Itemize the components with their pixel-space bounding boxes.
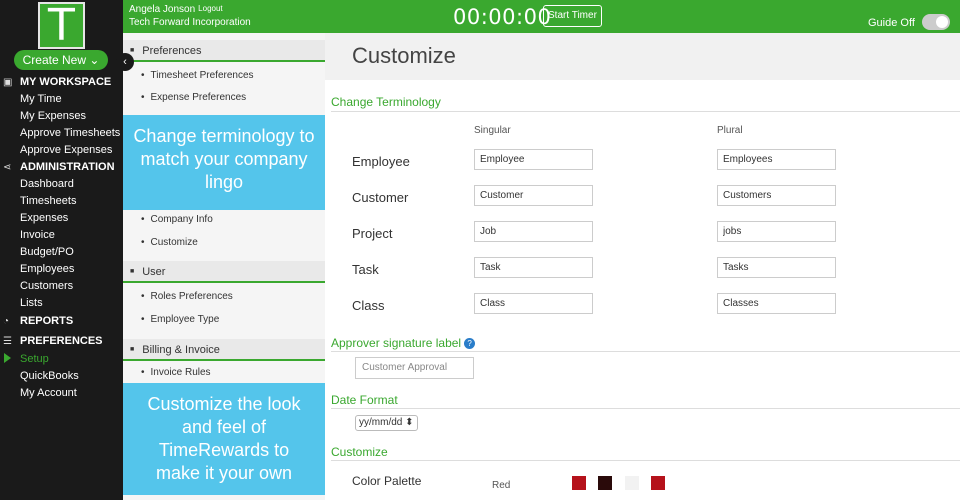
timer-display: 00:00:00 [453,5,552,29]
nav-item-quickbooks[interactable]: QuickBooks [20,370,79,382]
task-singular-input[interactable] [474,257,593,278]
top-header: Angela Jonson Logout Tech Forward Incorpo… [123,0,960,33]
nav-item-setup[interactable]: Setup [20,353,49,365]
user-name: Angela Jonson [129,4,196,15]
nav-item-customers[interactable]: Customers [20,280,73,292]
term-label-class: Class [352,298,385,313]
link-invoice-rules[interactable]: • Invoice Rules [123,362,325,384]
link-expense-preferences[interactable]: • Expense Preferences [123,87,325,109]
nav-item-my-time[interactable]: My Time [20,93,62,105]
customer-singular-input[interactable] [474,185,593,206]
column-plural: Plural [717,125,743,136]
collapse-sidebar-icon[interactable]: ‹ [116,53,134,71]
nav-item-dashboard[interactable]: Dashboard [20,178,74,190]
divider [331,408,960,409]
date-format-select[interactable]: yy/mm/dd ⬍ [355,415,418,431]
color-swatch[interactable] [598,476,612,490]
link-customize[interactable]: • Customize [123,232,325,254]
title-bar: Customize [325,33,960,80]
nav-item-my-expenses[interactable]: My Expenses [20,110,86,122]
heading-date-format: Date Format [331,393,398,407]
link-company-info[interactable]: • Company Info [123,209,325,231]
term-label-project: Project [352,226,393,241]
section-billing-invoice[interactable]: ■ Billing & Invoice [123,339,325,361]
heading-approver-signature: Approver signature label? [331,336,476,350]
task-plural-input[interactable] [717,257,836,278]
column-singular: Singular [474,125,511,136]
term-label-customer: Customer [352,190,409,205]
create-new-button[interactable]: Create New ⌄ [14,50,108,70]
app-logo[interactable]: T [38,2,85,49]
settings-panel: ■ Preferences • Timesheet Preferences • Exp… [123,33,339,500]
nav-item-invoice[interactable]: Invoice [20,229,55,241]
pie-chart-icon: ◔ [3,315,10,327]
link-timesheet-preferences[interactable]: • Timesheet Preferences [123,65,325,87]
palette-name[interactable]: Red [492,480,510,491]
heading-customize: Customize [331,445,388,459]
class-singular-input[interactable] [474,293,593,314]
color-swatch[interactable] [625,476,639,490]
start-timer-button[interactable]: Start Timer [543,5,602,27]
nav-item-my-account[interactable]: My Account [20,387,77,399]
nav-item-budget-po[interactable]: Budget/PO [20,246,74,258]
color-swatch[interactable] [572,476,586,490]
main-content: Customize Change Terminology Singular Pl… [325,33,960,500]
section-user[interactable]: ■ User [123,261,325,283]
guide-label: Guide Off [868,17,915,29]
class-plural-input[interactable] [717,293,836,314]
link-roles-preferences[interactable]: • Roles Preferences [123,286,325,308]
user-info: Angela Jonson Logout [129,4,223,15]
project-singular-input[interactable] [474,221,593,242]
share-icon: ⋖ [3,161,12,173]
nav-item-approve-expenses[interactable]: Approve Expenses [20,144,112,156]
nav-item-expenses[interactable]: Expenses [20,212,68,224]
guide-toggle[interactable] [922,14,950,30]
color-swatch[interactable] [651,476,665,490]
divider [331,351,960,352]
company-name: Tech Forward Incorporation [129,17,251,28]
term-label-task: Task [352,262,379,277]
nav-section-reports[interactable]: ◔ REPORTS [3,315,73,327]
customer-plural-input[interactable] [717,185,836,206]
employee-singular-input[interactable] [474,149,593,170]
sliders-icon: ☰ [3,335,12,347]
callout-change-terminology: Change terminology to match your company… [123,115,339,210]
nav-item-lists[interactable]: Lists [20,297,43,309]
nav-item-employees[interactable]: Employees [20,263,74,275]
project-plural-input[interactable] [717,221,836,242]
main-sidebar: T Create New ⌄ ▣ MY WORKSPACE My Time My … [0,0,123,500]
divider [331,460,960,461]
term-label-employee: Employee [352,154,410,169]
nav-section-preferences[interactable]: ☰ PREFERENCES [3,335,103,347]
nav-section-administration[interactable]: ⋖ ADMINISTRATION [3,161,115,173]
section-preferences[interactable]: ■ Preferences [123,40,325,62]
link-employee-type[interactable]: • Employee Type [123,309,325,331]
employee-plural-input[interactable] [717,149,836,170]
approver-signature-input[interactable]: Customer Approval [355,357,474,379]
briefcase-icon: ▣ [3,76,13,88]
divider [331,111,960,112]
heading-change-terminology: Change Terminology [331,95,441,109]
nav-item-timesheets[interactable]: Timesheets [20,195,76,207]
nav-section-my-workspace[interactable]: ▣ MY WORKSPACE [3,76,111,88]
nav-item-approve-timesheets[interactable]: Approve Timesheets [20,127,120,139]
help-icon[interactable]: ? [464,338,476,350]
logout-link[interactable]: Logout [198,4,222,13]
callout-customize-look: Customize the look and feel of TimeRewar… [123,383,339,495]
page-title: Customize [352,43,456,68]
color-palette-label: Color Palette [352,474,422,488]
active-indicator-icon [4,353,11,363]
